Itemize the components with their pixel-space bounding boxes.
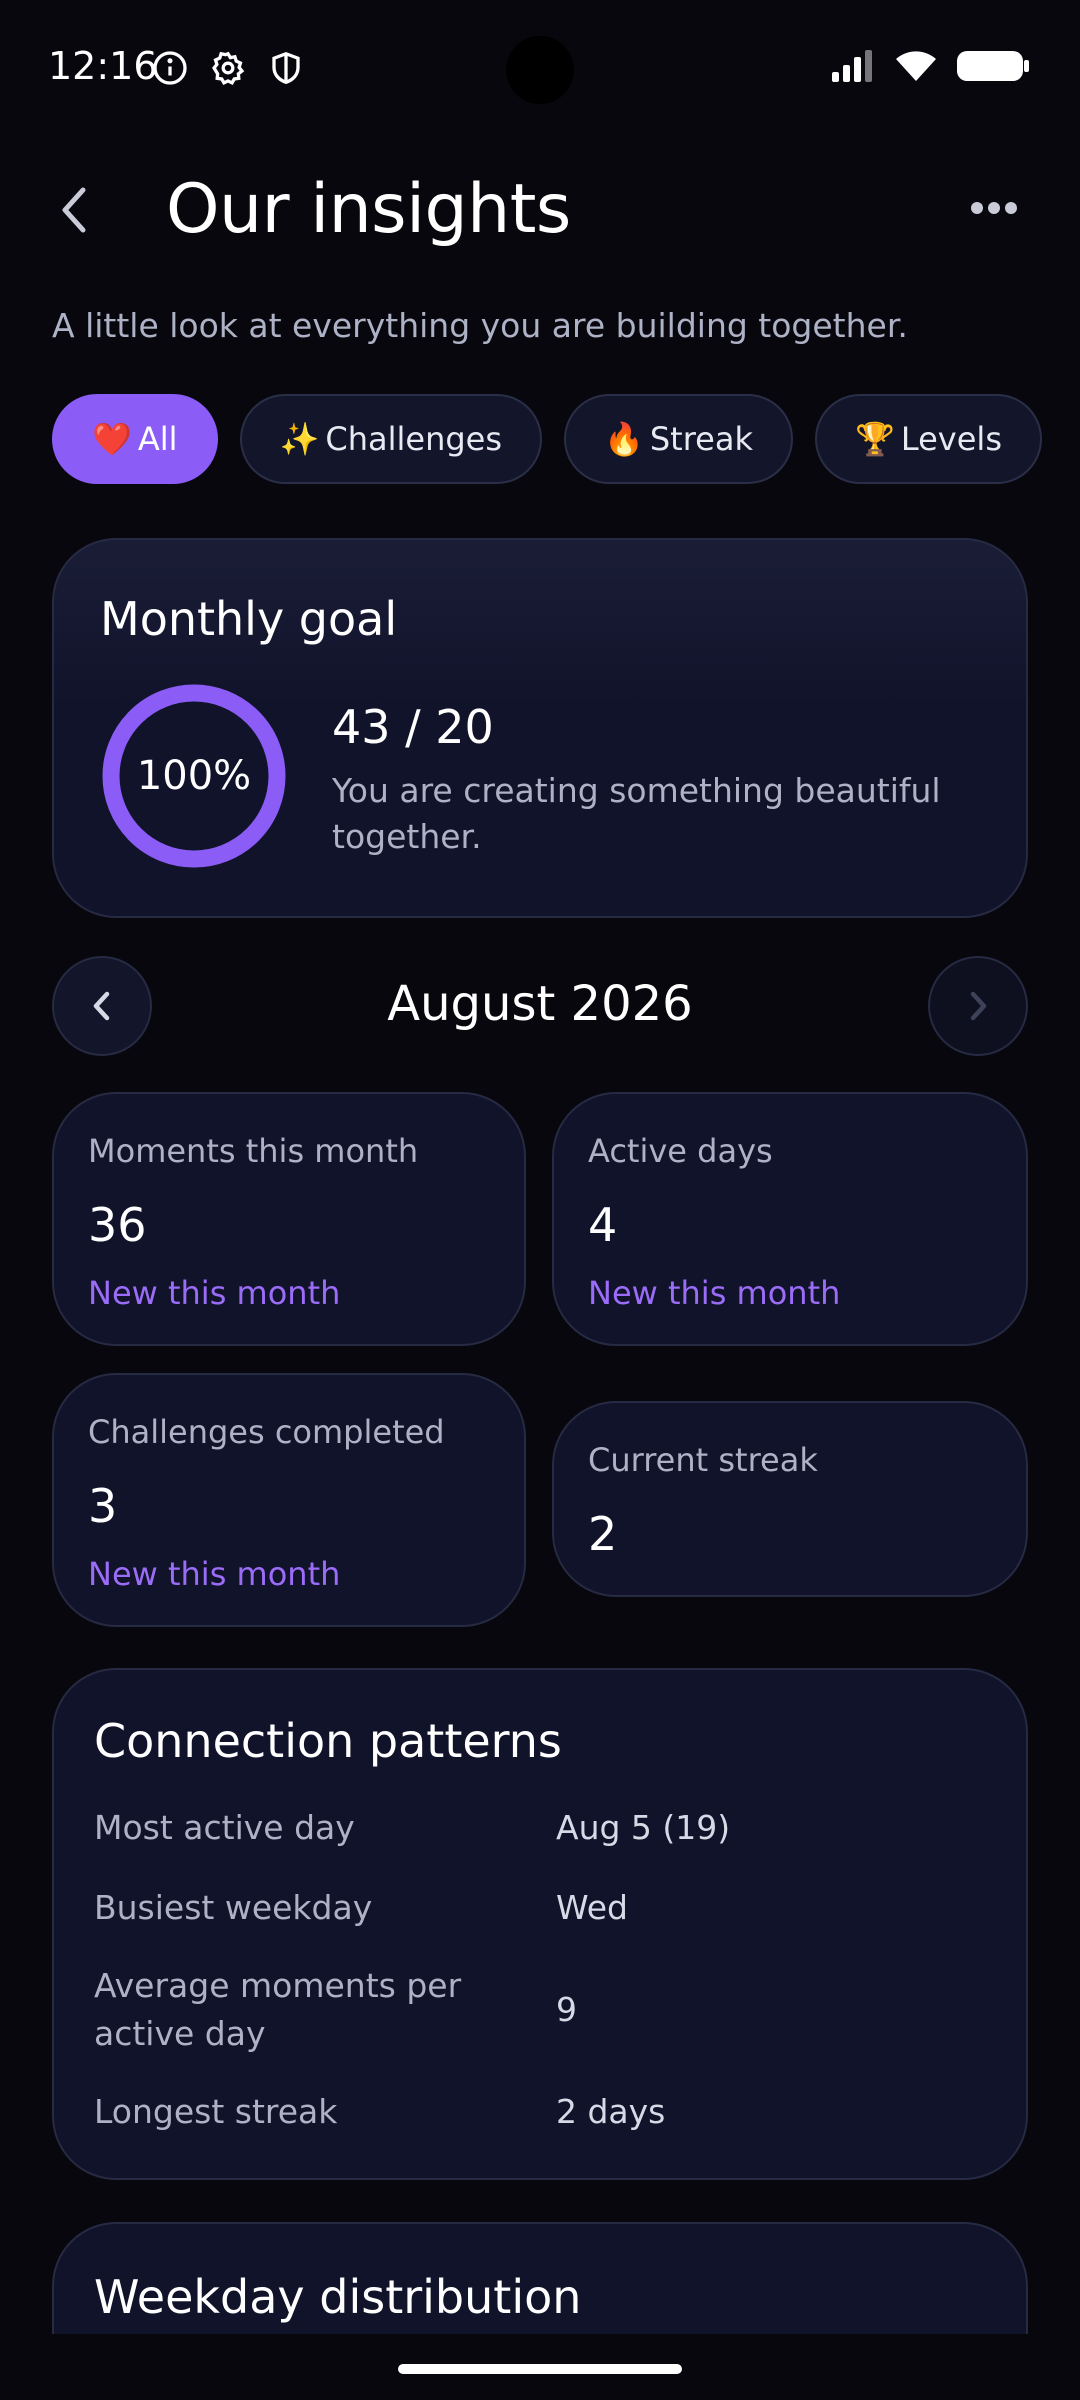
stat-note: New this month: [88, 1274, 341, 1312]
patterns-title: Connection patterns: [94, 1714, 562, 1768]
status-icons-right: [830, 48, 1030, 84]
stat-card-active-days: Active days 4 New this month: [552, 1092, 1028, 1346]
pattern-label: Average moments per active day: [94, 1966, 462, 2053]
pattern-value: 9: [556, 1990, 577, 2029]
stat-label: Active days: [588, 1132, 773, 1170]
signal-icon: [832, 50, 872, 82]
stat-value: 4: [588, 1198, 618, 1252]
stat-card-challenges: Challenges completed 3 New this month: [52, 1373, 526, 1627]
chip-label: All: [137, 420, 178, 458]
home-indicator[interactable]: [398, 2364, 682, 2374]
stat-note: New this month: [588, 1274, 841, 1312]
goal-count: 43 / 20: [332, 700, 494, 754]
goal-message: You are creating something beautiful tog…: [332, 771, 941, 856]
filter-chip-all[interactable]: ❤️ All: [52, 394, 218, 484]
pattern-label: Busiest weekday: [94, 1888, 373, 1927]
status-time: 12:16: [48, 44, 158, 88]
stat-card-moments: Moments this month 36 New this month: [52, 1092, 526, 1346]
insights-screen: 12:16 Our insights A little look at ever…: [0, 0, 1080, 2400]
pattern-value: Wed: [556, 1888, 628, 1927]
status-icons-left: [152, 50, 304, 86]
pattern-label: Most active day: [94, 1808, 355, 1847]
next-month-button[interactable]: [928, 956, 1028, 1056]
goal-percent: 100%: [136, 753, 252, 799]
monthly-goal-title: Monthly goal: [100, 592, 398, 646]
back-button[interactable]: [50, 180, 98, 240]
weekday-distribution-title: Weekday distribution: [94, 2270, 582, 2324]
more-options-button[interactable]: [964, 188, 1024, 228]
filter-chips: ❤️ All ✨ Challenges 🔥 Streak 🏆 Levels: [52, 394, 1042, 484]
page-subtitle: A little look at everything you are buil…: [52, 306, 908, 345]
stat-value: 36: [88, 1198, 147, 1252]
stat-value: 2: [588, 1507, 618, 1561]
pattern-label: Longest streak: [94, 2092, 338, 2131]
wifi-icon: [896, 51, 936, 81]
chip-label: Challenges: [325, 420, 503, 458]
more-dots-icon: [971, 202, 1017, 214]
stat-card-current-streak: Current streak 2: [552, 1401, 1028, 1597]
status-bar: 12:16: [0, 0, 1080, 130]
chip-label: Streak: [649, 420, 753, 458]
stat-label: Moments this month: [88, 1132, 419, 1170]
stat-value: 3: [88, 1479, 118, 1533]
connection-patterns-card: Connection patterns Most active day Aug …: [52, 1668, 1028, 2180]
filter-chip-challenges[interactable]: ✨ Challenges: [239, 394, 543, 484]
stat-note: New this month: [88, 1555, 341, 1593]
heart-icon: ❤️: [92, 420, 132, 458]
stat-label: Challenges completed: [88, 1413, 445, 1451]
trophy-icon: 🏆: [855, 420, 895, 458]
monthly-goal-card: Monthly goal 100% 43 / 20 You are creati…: [52, 538, 1028, 918]
pattern-value: 2 days: [556, 2092, 666, 2131]
page-title: Our insights: [166, 170, 571, 249]
chip-label: Levels: [900, 420, 1002, 458]
fire-icon: 🔥: [604, 420, 644, 458]
gear-icon: [212, 51, 245, 86]
battery-icon: [957, 51, 1029, 81]
filter-chip-streak[interactable]: 🔥 Streak: [564, 394, 793, 484]
pattern-value: Aug 5 (19): [556, 1808, 731, 1847]
shield-icon: [272, 51, 300, 84]
month-label: August 2026: [387, 976, 693, 1032]
chevron-right-icon: [970, 991, 987, 1021]
sparkles-icon: ✨: [279, 420, 320, 458]
filter-chip-levels[interactable]: 🏆 Levels: [815, 394, 1042, 484]
month-navigator: August 2026: [52, 956, 1028, 1056]
chevron-left-icon: [62, 187, 86, 233]
stat-label: Current streak: [588, 1441, 818, 1479]
camera-cutout: [506, 36, 574, 104]
info-icon: [153, 51, 187, 85]
